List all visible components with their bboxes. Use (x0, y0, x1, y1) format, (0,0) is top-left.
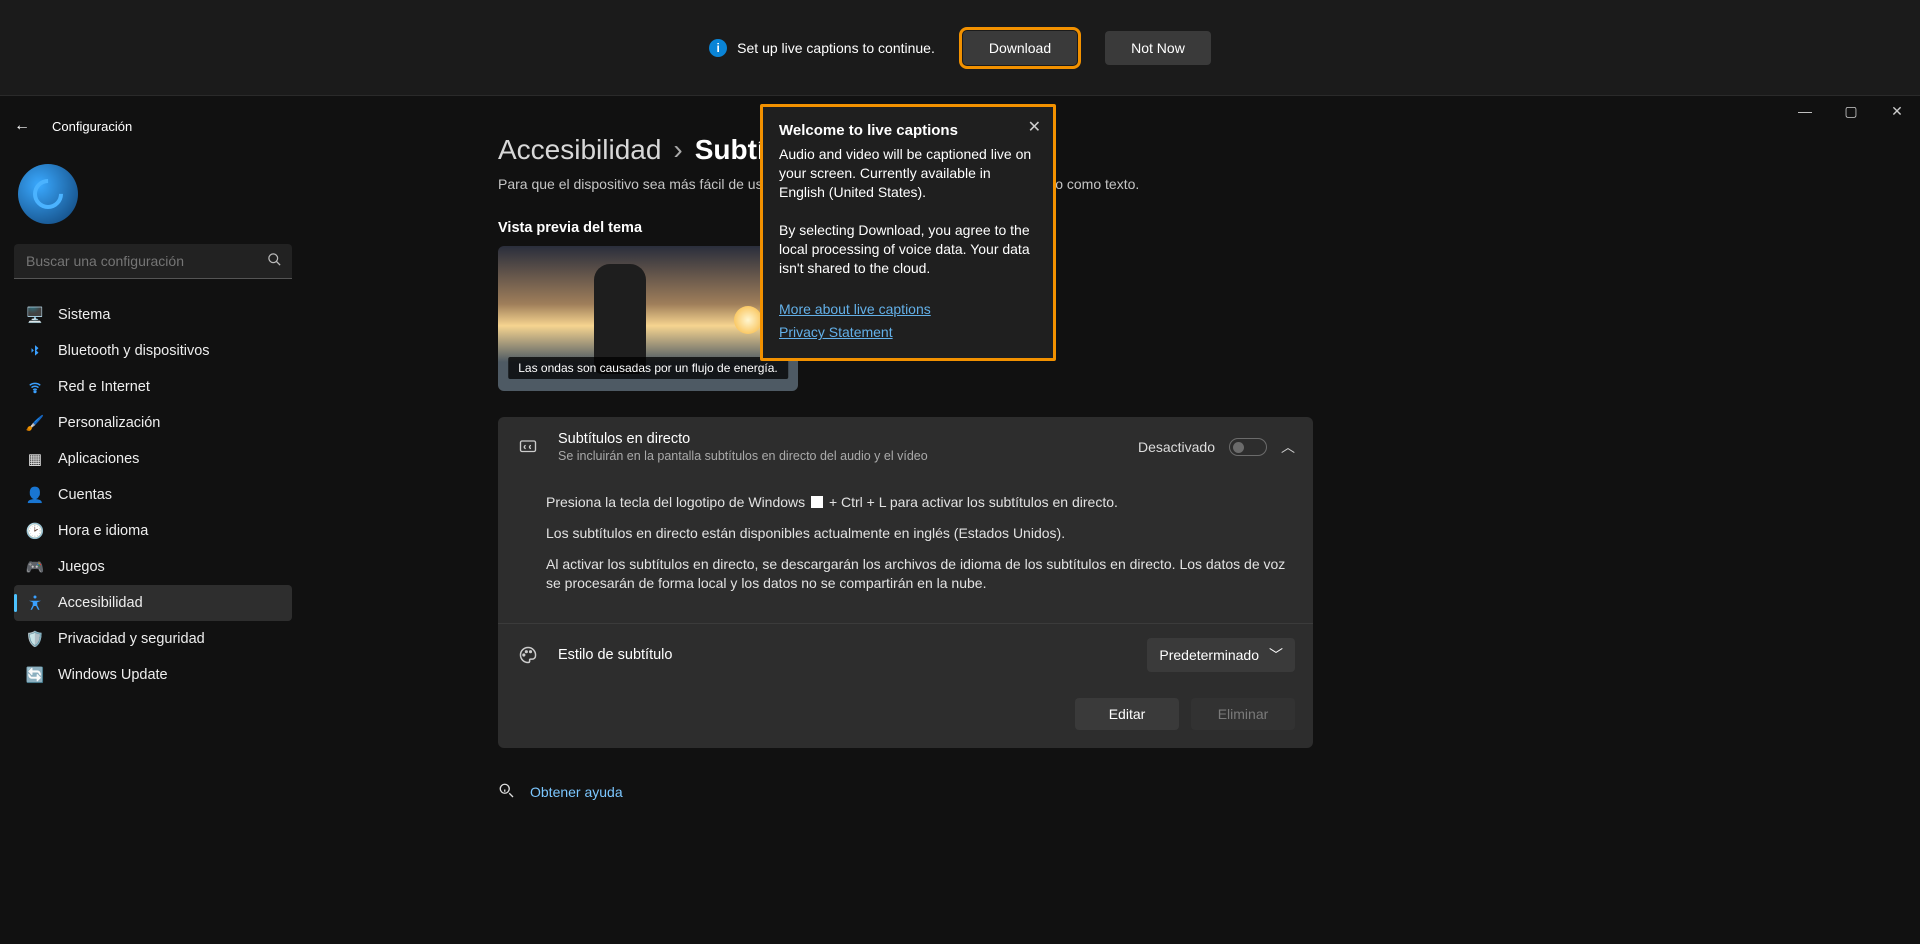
cc-icon (516, 435, 540, 459)
sidebar-item-label: Juegos (58, 559, 105, 575)
sidebar-item-label: Cuentas (58, 487, 112, 503)
preview-label: Vista previa del tema (498, 220, 1860, 236)
person-icon: 👤 (26, 486, 44, 504)
sidebar-item-privacidad[interactable]: 🛡️ Privacidad y seguridad (14, 621, 292, 657)
get-help-link[interactable]: Obtener ayuda (498, 782, 1313, 803)
globe-icon: 🕑 (26, 522, 44, 540)
live-captions-title: Subtítulos en directo (558, 431, 1120, 447)
sidebar-item-juegos[interactable]: 🎮 Juegos (14, 549, 292, 585)
delete-style-button: Eliminar (1191, 698, 1295, 730)
welcome-live-captions-popup: ✕ Welcome to live captions Audio and vid… (760, 104, 1056, 361)
shield-icon: 🛡️ (26, 630, 44, 648)
download-button[interactable]: Download (963, 31, 1077, 65)
wifi-icon (26, 378, 44, 396)
not-now-button[interactable]: Not Now (1105, 31, 1211, 65)
chevron-down-icon: ﹀ (1269, 645, 1283, 665)
sidebar-item-label: Personalización (58, 415, 160, 431)
sidebar-item-sistema[interactable]: 🖥️ Sistema (14, 297, 292, 333)
sidebar-item-accesibilidad[interactable]: Accesibilidad (14, 585, 292, 621)
chevron-up-icon[interactable]: ︿ (1281, 437, 1295, 457)
edit-style-button[interactable]: Editar (1075, 698, 1179, 730)
chevron-right-icon: › (673, 134, 682, 166)
sidebar-item-bluetooth[interactable]: Bluetooth y dispositivos (14, 333, 292, 369)
sidebar-item-label: Privacidad y seguridad (58, 631, 205, 647)
popup-paragraph-2: By selecting Download, you agree to the … (779, 221, 1037, 278)
settings-nav: ← Configuración 🖥️ Sistema Bluetooth y d… (0, 96, 310, 944)
main-content: Accesibilidad › Subtítulos Para que el d… (310, 96, 1920, 944)
user-avatar[interactable] (18, 164, 78, 224)
update-icon: 🔄 (26, 666, 44, 684)
live-captions-setup-banner: i Set up live captions to continue. Down… (0, 0, 1920, 96)
apps-icon: ▦ (26, 450, 44, 468)
sidebar-item-label: Windows Update (58, 667, 168, 683)
page-subtitle: Para que el dispositivo sea más fácil de… (498, 176, 1860, 192)
sidebar-item-label: Bluetooth y dispositivos (58, 343, 210, 359)
live-captions-state: Desactivado (1138, 439, 1215, 455)
accessibility-icon (26, 594, 44, 612)
popup-title: Welcome to live captions (779, 121, 1037, 141)
search-icon (267, 252, 282, 270)
sidebar-item-label: Red e Internet (58, 379, 150, 395)
live-captions-card: Subtítulos en directo Se incluirán en la… (498, 417, 1313, 748)
game-icon: 🎮 (26, 558, 44, 576)
live-captions-details: Presiona la tecla del logotipo de Window… (498, 477, 1313, 623)
preview-caption-text: Las ondas son causadas por un flujo de e… (508, 357, 788, 379)
caption-style-dropdown[interactable]: Predeterminado ﹀ (1147, 638, 1295, 672)
breadcrumb: Accesibilidad › Subtítulos (498, 134, 1860, 166)
popup-paragraph-1: Audio and video will be captioned live o… (779, 145, 1037, 202)
close-icon[interactable]: ✕ (1028, 117, 1041, 139)
sidebar-item-aplicaciones[interactable]: ▦ Aplicaciones (14, 441, 292, 477)
system-icon: 🖥️ (26, 306, 44, 324)
live-captions-subtitle: Se incluirán en la pantalla subtítulos e… (558, 449, 1120, 463)
caption-style-title: Estilo de subtítulo (558, 647, 1129, 663)
help-icon (498, 782, 516, 803)
search-input[interactable] (14, 244, 292, 279)
brush-icon: 🖌️ (26, 414, 44, 432)
more-about-link[interactable]: More about live captions (779, 300, 931, 319)
sidebar-item-cuentas[interactable]: 👤 Cuentas (14, 477, 292, 513)
privacy-statement-link[interactable]: Privacy Statement (779, 323, 893, 342)
app-title: Configuración (52, 119, 132, 134)
palette-icon (516, 643, 540, 667)
sidebar-item-label: Hora e idioma (58, 523, 148, 539)
caption-theme-preview: Las ondas son causadas por un flujo de e… (498, 246, 798, 391)
windows-key-icon (811, 496, 823, 508)
sidebar-item-label: Aplicaciones (58, 451, 139, 467)
sidebar-item-red[interactable]: Red e Internet (14, 369, 292, 405)
breadcrumb-parent[interactable]: Accesibilidad (498, 134, 661, 166)
sidebar-item-personalizacion[interactable]: 🖌️ Personalización (14, 405, 292, 441)
caption-style-row: Estilo de subtítulo Predeterminado ﹀ (498, 623, 1313, 686)
live-captions-toggle[interactable] (1229, 438, 1267, 456)
banner-message: Set up live captions to continue. (737, 40, 935, 56)
search-box[interactable] (14, 244, 292, 279)
bluetooth-icon (26, 342, 44, 360)
sidebar-item-update[interactable]: 🔄 Windows Update (14, 657, 292, 693)
sidebar-item-label: Accesibilidad (58, 595, 143, 611)
back-button[interactable]: ← (14, 117, 30, 135)
sidebar-item-hora[interactable]: 🕑 Hora e idioma (14, 513, 292, 549)
sidebar-item-label: Sistema (58, 307, 110, 323)
info-icon: i (709, 39, 727, 57)
